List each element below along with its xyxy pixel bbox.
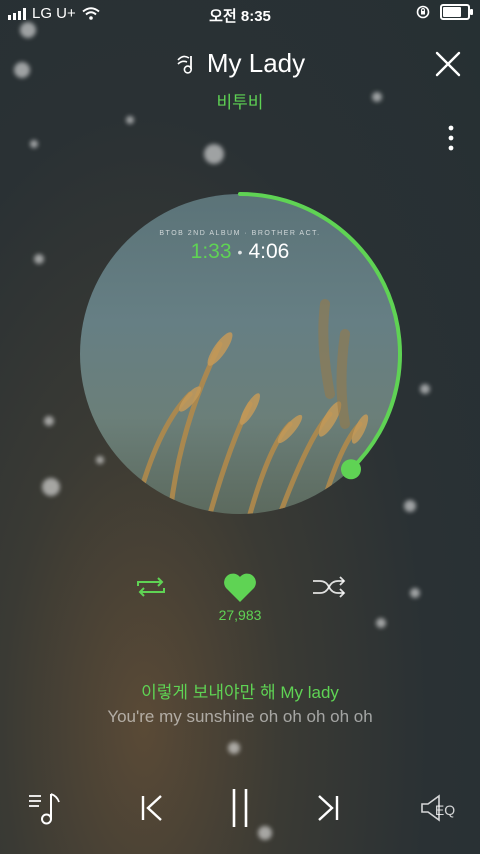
previous-button[interactable] [132,780,172,836]
bokeh-dot [44,416,54,426]
lyric-next-line[interactable]: You're my sunshine oh oh oh oh oh [0,707,480,727]
next-icon [318,795,339,821]
close-icon[interactable] [434,50,462,78]
playlist-button[interactable] [22,780,68,836]
status-time: 오전 8:35 [209,8,271,25]
playback-bar: EQ [0,780,480,836]
repeat-icon[interactable] [134,574,168,600]
orientation-lock-icon [416,5,430,19]
like-count: 27,983 [218,607,262,623]
action-controls [0,572,480,632]
song-title: My Lady [206,48,306,78]
album-disc[interactable]: BTOB 2ND ALBUM · BROTHER ACT. 1:33 • 4:06 [80,192,404,518]
progress-arc [238,192,402,472]
pause-button[interactable] [220,780,260,836]
pause-icon [232,789,248,827]
previous-icon [141,795,162,821]
status-bar: LG U+ 오전 8:35 [0,0,480,28]
equalizer-button[interactable]: EQ [412,780,462,836]
artist-name[interactable]: 비투비 [0,88,480,113]
bokeh-dot [34,254,44,264]
bokeh-dot [126,116,134,124]
bokeh-dot [204,144,224,164]
playlist-icon [29,793,60,825]
shuffle-icon[interactable] [311,574,347,600]
bokeh-dot [420,384,430,394]
next-button[interactable] [308,780,348,836]
heart-icon[interactable] [222,572,258,604]
eq-label: EQ [434,802,456,818]
battery-icon [440,4,473,20]
bokeh-dot [404,500,416,512]
bokeh-dot [228,742,240,754]
lyric-current-line[interactable]: 이렇게 보내야만 해 My lady [0,678,480,703]
more-vertical-icon[interactable] [446,124,456,152]
song-title-row: My Lady [0,48,480,83]
bokeh-dot [30,140,38,148]
progress-handle[interactable] [340,459,361,480]
bokeh-dot [42,478,60,496]
music-note-icon [177,55,192,74]
